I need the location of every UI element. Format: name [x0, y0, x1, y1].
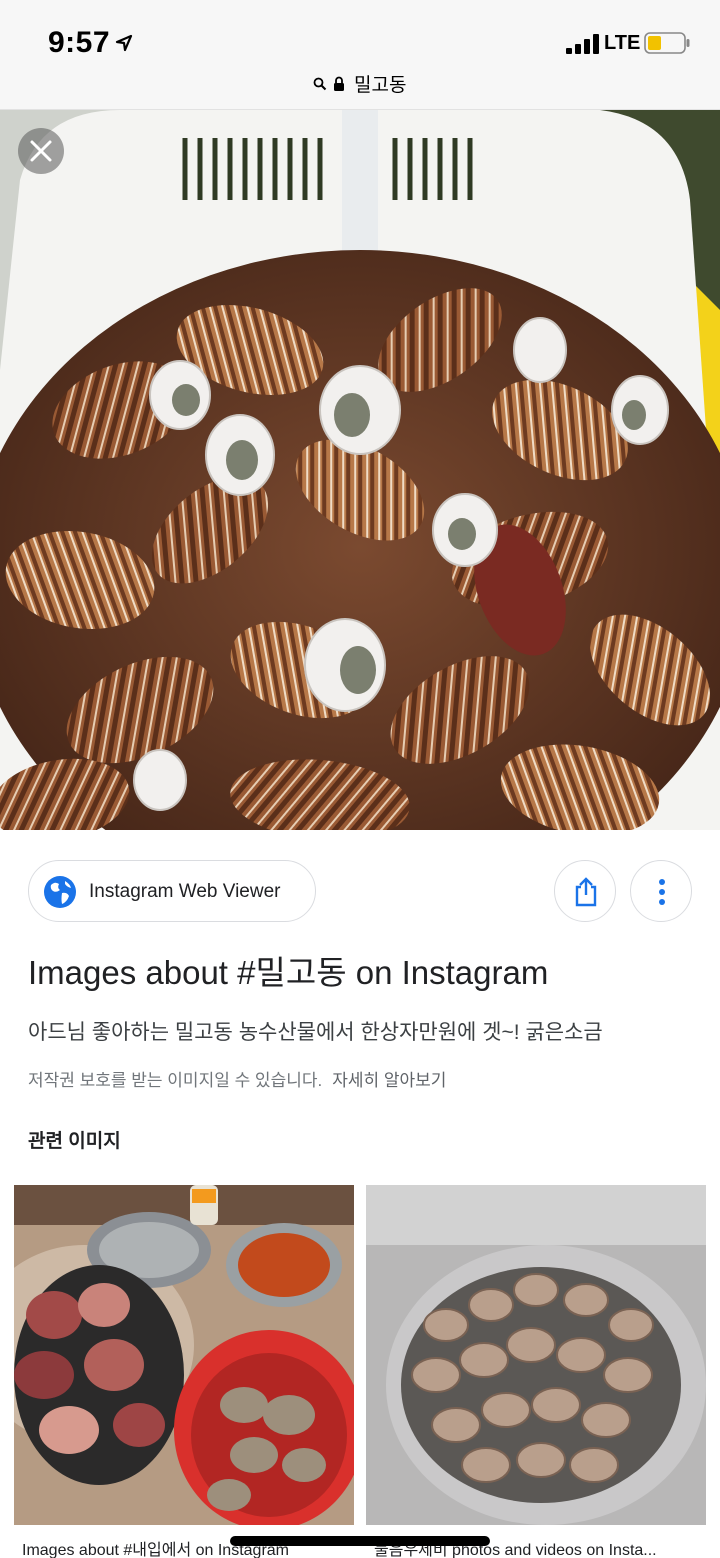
main-image[interactable] [0, 110, 720, 830]
close-icon [30, 140, 52, 162]
related-image-1[interactable] [14, 1185, 354, 1525]
more-vertical-icon [659, 879, 665, 905]
close-button[interactable] [18, 128, 64, 174]
status-bar: 9:57 LTE 밀고동 [0, 0, 720, 110]
lock-icon [333, 76, 344, 91]
copyright-notice: 저작권 보호를 받는 이미지일 수 있습니다. 자세히 알아보기 [28, 1066, 446, 1091]
more-options-button[interactable] [630, 860, 692, 922]
copyright-text: 저작권 보호를 받는 이미지일 수 있습니다. [28, 1071, 323, 1090]
signal-icon [566, 34, 599, 54]
snails-in-basket-photo [0, 110, 720, 830]
search-icon [314, 77, 327, 90]
network-type: LTE [604, 32, 641, 54]
seafood-table-photo [14, 1185, 354, 1525]
related-image-2[interactable] [366, 1185, 706, 1525]
result-title[interactable]: Images about #밀고동 on Instagram [28, 946, 548, 994]
home-indicator[interactable] [230, 1536, 490, 1546]
clock: 9:57 [48, 26, 111, 59]
battery-icon [644, 32, 690, 54]
share-button[interactable] [554, 860, 616, 922]
result-description: 아드님 좋아하는 밀고동 농수산물에서 한상자만원에 겟~! 굵은소금 [28, 1021, 603, 1044]
url-text: 밀고동 [354, 75, 407, 96]
source-name: Instagram Web Viewer [89, 881, 281, 902]
globe-icon [44, 876, 76, 908]
url-bar[interactable]: 밀고동 [0, 70, 720, 96]
snails-in-bucket-photo [366, 1185, 706, 1525]
source-chip[interactable]: Instagram Web Viewer [28, 860, 316, 922]
location-arrow-icon [115, 34, 133, 52]
share-icon [575, 877, 597, 907]
learn-more-link[interactable]: 자세히 알아보기 [332, 1071, 446, 1090]
related-images-heading: 관련 이미지 [28, 1131, 121, 1152]
